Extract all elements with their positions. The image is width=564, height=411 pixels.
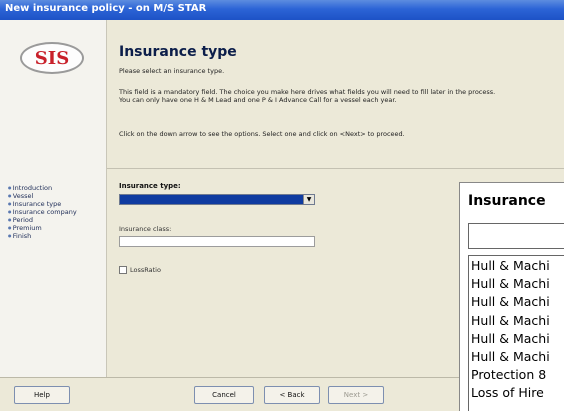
step-premium: Premium [8, 224, 77, 232]
zoom-title: Insurance [468, 193, 546, 209]
option-hull-machinery[interactable]: Hull & Machi [471, 348, 564, 366]
description-mandatory: This field is a mandatory field. The cho… [119, 88, 496, 96]
option-loss-of-hire[interactable]: Loss of Hire [471, 384, 564, 402]
option-protection-indemnity[interactable]: Protection 8 [471, 366, 564, 384]
cancel-button[interactable]: Cancel [194, 386, 254, 404]
step-vessel: Vessel [8, 192, 77, 200]
chevron-down-icon[interactable]: ▼ [303, 195, 314, 204]
step-insurance-type: Insurance type [8, 200, 77, 208]
company-logo: SIS [20, 42, 84, 74]
checkbox-icon[interactable] [119, 266, 127, 274]
divider [107, 168, 564, 169]
title-bar[interactable]: New insurance policy - on M/S STAR [0, 0, 564, 20]
option-hull-machinery[interactable]: Hull & Machi [471, 330, 564, 348]
step-finish: Finish [8, 232, 77, 240]
loss-ratio-checkbox[interactable]: LossRatio [119, 266, 161, 274]
step-introduction: Introduction [8, 184, 77, 192]
next-button[interactable]: Next > [328, 386, 384, 404]
back-button[interactable]: < Back [264, 386, 320, 404]
zoom-insurance-type-field[interactable] [468, 223, 564, 249]
insurance-type-options: Hull & Machi Hull & Machi Hull & Machi H… [468, 255, 564, 411]
description: This field is a mandatory field. The cho… [119, 88, 549, 104]
page-title: Insurance type [119, 44, 237, 60]
window-title: New insurance policy - on M/S STAR [5, 3, 207, 14]
insurance-type-label: Insurance type: [119, 182, 181, 190]
insurance-class-label: Insurance class: [119, 225, 172, 233]
option-hull-machinery[interactable]: Hull & Machi [471, 275, 564, 293]
option-hull-machinery[interactable]: Hull & Machi [471, 312, 564, 330]
zoomed-dropdown-callout: Insurance Hull & Machi Hull & Machi Hull… [459, 182, 564, 411]
loss-ratio-label: LossRatio [130, 266, 161, 274]
wizard-window: New insurance policy - on M/S STAR SIS I… [0, 0, 564, 411]
option-hull-machinery[interactable]: Hull & Machi [471, 257, 564, 275]
step-period: Period [8, 216, 77, 224]
wizard-steps: Introduction Vessel Insurance type Insur… [8, 184, 77, 240]
insurance-type-dropdown[interactable]: ▼ [119, 194, 315, 205]
step-insurance-company: Insurance company [8, 208, 77, 216]
description-limit: You can only have one H & M Lead and one… [119, 96, 397, 104]
page-subtitle: Please select an insurance type. [119, 67, 225, 75]
help-button[interactable]: Help [14, 386, 70, 404]
insurance-class-field[interactable] [119, 236, 315, 247]
option-hull-machinery[interactable]: Hull & Machi [471, 293, 564, 311]
left-panel: SIS Introduction Vessel Insurance type I… [0, 20, 107, 377]
instruction-text: Click on the down arrow to see the optio… [119, 130, 405, 138]
